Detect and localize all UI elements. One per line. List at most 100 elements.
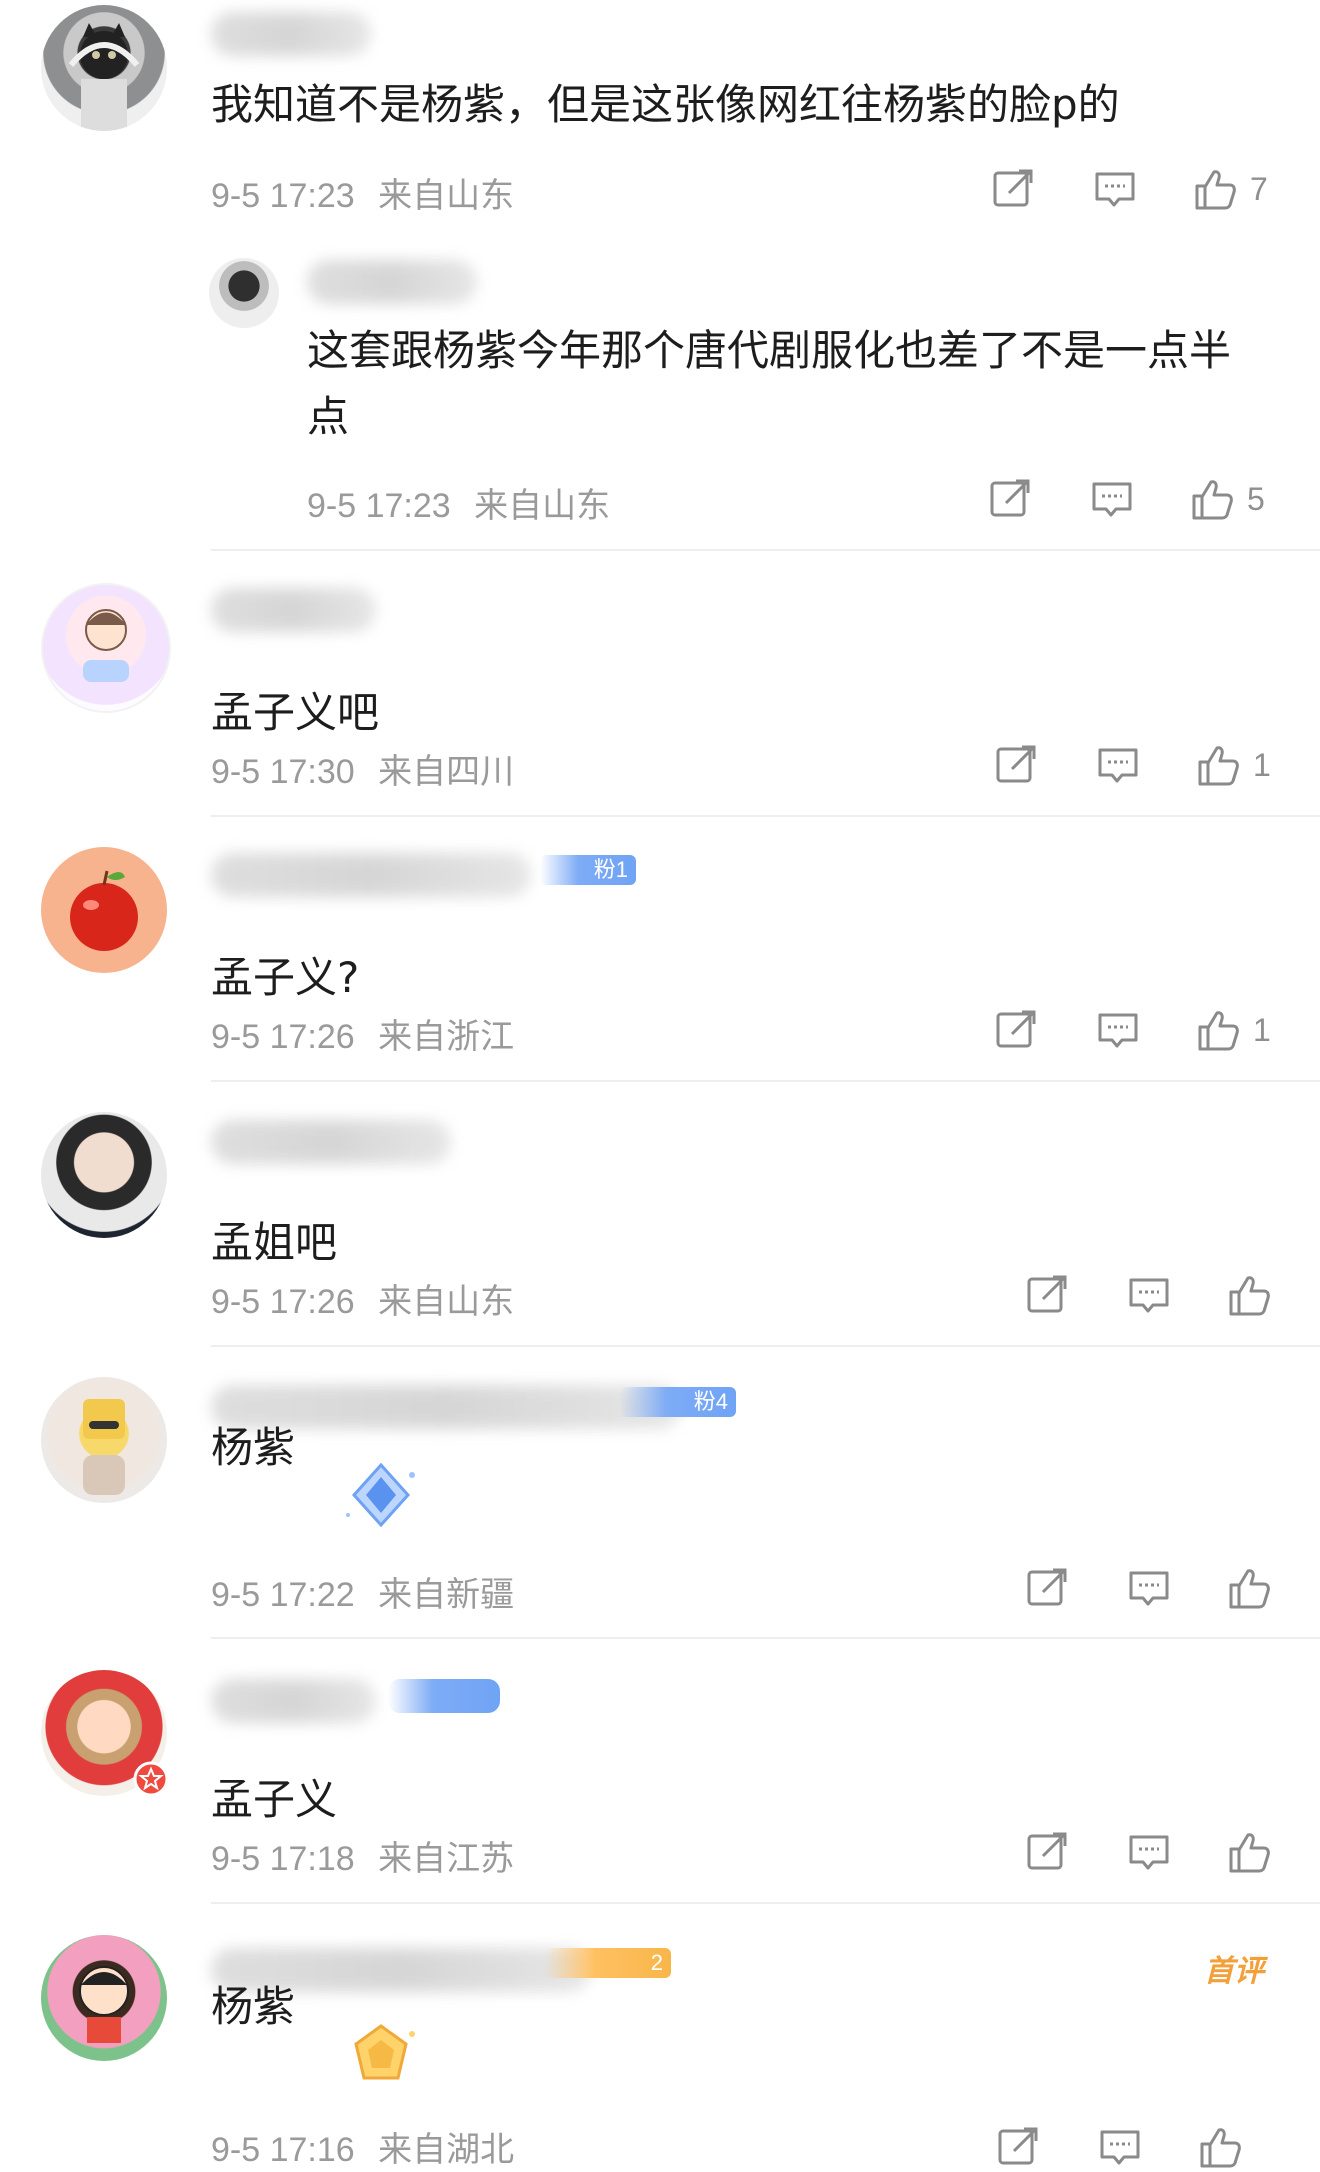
comment-bubble-icon <box>1089 476 1135 522</box>
comment-actions: 1 <box>0 1005 1320 1055</box>
like-button[interactable] <box>1226 1563 1284 1613</box>
avatar[interactable] <box>41 583 171 713</box>
comment-text: 我知道不是杨紫，但是这张像网红往杨紫的脸p的 <box>211 80 1120 129</box>
share-edit-icon <box>995 2124 1041 2170</box>
reply-button[interactable] <box>1126 1827 1172 1877</box>
share-edit-icon <box>1024 1272 1070 1318</box>
forward-button[interactable] <box>987 474 1033 524</box>
thumbs-up-icon <box>1195 1007 1241 1053</box>
username-blurred[interactable] <box>211 588 376 632</box>
comment-text: 孟子义? <box>211 953 360 1002</box>
fan-level-badge: 粉4 <box>620 1387 736 1417</box>
like-button[interactable]: 5 <box>1189 474 1265 524</box>
comment-text: 孟子义 <box>211 1775 338 1824</box>
like-count: 7 <box>1250 170 1268 207</box>
thumbs-up-icon <box>1189 476 1235 522</box>
comment-actions <box>0 1827 1320 1877</box>
reply-button[interactable] <box>1126 1563 1172 1613</box>
comment-text: 孟姐吧 <box>211 1218 338 1267</box>
comment-bubble-icon <box>1126 1829 1172 1875</box>
forward-button[interactable] <box>993 1005 1039 1055</box>
reply-button[interactable] <box>1095 1005 1141 1055</box>
fan-level-badge: 粉1 <box>540 855 636 885</box>
forward-button[interactable] <box>990 164 1036 214</box>
member-badge <box>388 1679 500 1713</box>
like-count: 1 <box>1253 1011 1271 1048</box>
reply-actions: 5 <box>0 474 1320 524</box>
reply-button[interactable] <box>1126 1270 1172 1320</box>
like-count: 1 <box>1253 746 1271 783</box>
comment-bubble-icon <box>1126 1272 1172 1318</box>
thumbs-up-icon <box>1226 1829 1272 1875</box>
comment-actions <box>0 1563 1320 1613</box>
comment-bubble-icon <box>1097 2124 1143 2170</box>
comment-text: 杨紫 <box>211 1982 296 2031</box>
comment-bubble-icon <box>1095 742 1141 788</box>
comment-bubble-icon <box>1095 1007 1141 1053</box>
thumbs-up-icon <box>1192 166 1238 212</box>
like-count: 5 <box>1247 480 1265 517</box>
avatar[interactable] <box>41 847 167 973</box>
divider <box>211 1637 1320 1639</box>
thumbs-up-icon <box>1226 1272 1272 1318</box>
thumbs-up-icon <box>1226 1565 1272 1611</box>
divider <box>211 1902 1320 1904</box>
share-edit-icon <box>987 476 1033 522</box>
comment-actions: 1 <box>0 740 1320 790</box>
share-edit-icon <box>993 1007 1039 1053</box>
avatar-child-yellow-hat-image <box>83 1399 125 1495</box>
divider <box>211 1345 1320 1347</box>
comment-bubble-icon <box>1092 166 1138 212</box>
like-button[interactable]: 1 <box>1195 740 1271 790</box>
username-blurred[interactable] <box>211 12 371 56</box>
share-edit-icon <box>1024 1829 1070 1875</box>
forward-button[interactable] <box>1024 1827 1070 1877</box>
forward-button[interactable] <box>993 740 1039 790</box>
forward-button[interactable] <box>1024 1270 1070 1320</box>
first-comment-tag: 首评 <box>1204 1954 1264 1989</box>
avatar-cartoon-boy-image <box>79 1966 129 2043</box>
comment-text: 孟子义吧 <box>211 688 380 737</box>
like-button[interactable] <box>1197 2122 1255 2172</box>
reply-button[interactable] <box>1092 164 1138 214</box>
like-button[interactable]: 7 <box>1192 164 1268 214</box>
avatar[interactable] <box>41 1377 167 1503</box>
reply-text: 这套跟杨紫今年那个唐代剧服化也差了不是一点半点 <box>307 326 1232 441</box>
like-button[interactable]: 1 <box>1195 1005 1271 1055</box>
diamond-badge-icon <box>346 1462 415 1528</box>
divider <box>211 1080 1320 1082</box>
avatar[interactable] <box>41 1935 167 2061</box>
comment-actions: 7 <box>0 164 1320 214</box>
comment-bubble-icon <box>1126 1565 1172 1611</box>
reply-avatar[interactable] <box>209 258 279 328</box>
verified-star-icon <box>133 1761 169 1797</box>
comment-text: 杨紫 <box>211 1423 296 1472</box>
forward-button[interactable] <box>995 2122 1041 2172</box>
share-edit-icon <box>993 742 1039 788</box>
crown-gem-badge-icon <box>354 2024 415 2080</box>
divider <box>211 815 1320 817</box>
reply-button[interactable] <box>1095 740 1141 790</box>
forward-button[interactable] <box>1024 1563 1070 1613</box>
username-blurred[interactable] <box>211 1679 376 1723</box>
thumbs-up-icon <box>1195 742 1241 788</box>
comment-actions <box>0 2122 1320 2172</box>
reply-button[interactable] <box>1097 2122 1143 2172</box>
avatar-cat-image <box>68 23 140 131</box>
reply-username-blurred[interactable] <box>307 260 477 304</box>
like-button[interactable] <box>1226 1827 1284 1877</box>
reply-button[interactable] <box>1089 474 1135 524</box>
username-blurred[interactable] <box>211 853 531 897</box>
avatar-cartoon-girl-image <box>83 609 129 682</box>
avatar[interactable] <box>41 1112 167 1238</box>
comment-actions <box>0 1270 1320 1320</box>
avatar[interactable] <box>41 5 167 131</box>
share-edit-icon <box>990 166 1036 212</box>
share-edit-icon <box>1024 1565 1070 1611</box>
avatar-apple-image <box>70 870 138 951</box>
fan-level-badge: 2 <box>545 1948 671 1978</box>
username-blurred[interactable] <box>211 1120 451 1164</box>
divider <box>211 549 1320 551</box>
thumbs-up-icon <box>1197 2124 1243 2170</box>
like-button[interactable] <box>1226 1270 1284 1320</box>
